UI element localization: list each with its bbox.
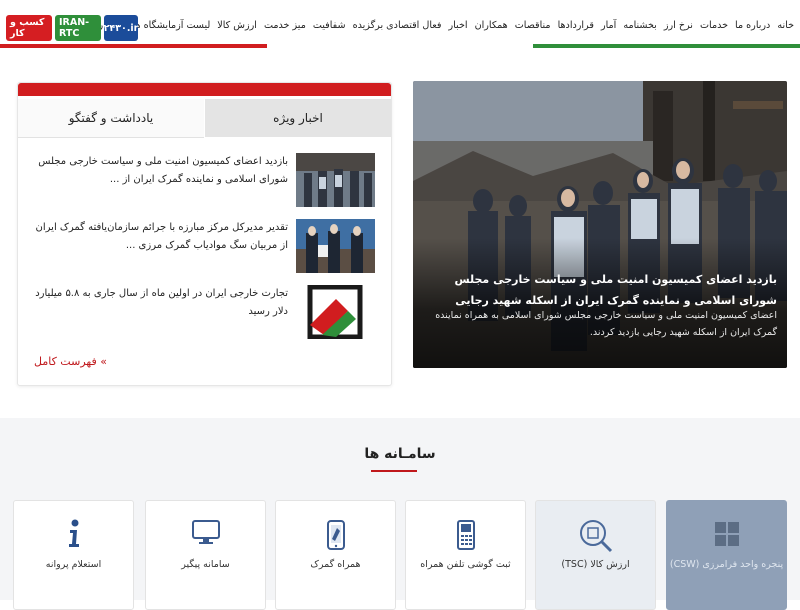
quick-badges: کسب و کار IRAN-RTC ۲۴۳۰.ir [6, 15, 138, 41]
news-red-bar [18, 83, 391, 96]
news-item[interactable]: بازدید اعضای کمیسیون امنیت ملی و سیاست خ… [18, 153, 391, 209]
magnifier-icon [536, 519, 655, 553]
news-box: اخبار ویژه یادداشت و گفتگو بازدید اعضای … [17, 82, 392, 386]
nav-transparency[interactable]: شفافیت [313, 20, 346, 36]
nav-exchange-rate[interactable]: نرخ ارز [664, 20, 693, 36]
nav-circulars[interactable]: بخشنامه [623, 20, 657, 36]
system-card-phone-registration[interactable]: ثبت گوشی تلفن همراه [405, 500, 526, 610]
news-thumbnail [296, 219, 375, 273]
nav-statistics[interactable]: آمار [601, 20, 616, 36]
system-card-label: ثبت گوشی تلفن همراه [420, 559, 511, 570]
main-menu: خانه درباره ما خدمات نرخ ارز بخشنامه آما… [72, 20, 795, 36]
nav-tenders[interactable]: مناقصات [515, 20, 551, 36]
top-navigation: خانه درباره ما خدمات نرخ ارز بخشنامه آما… [0, 0, 800, 48]
info-icon [14, 519, 133, 553]
tab-special-news[interactable]: اخبار ویژه [205, 99, 391, 137]
nav-home[interactable]: خانه [777, 20, 794, 36]
system-card-csw[interactable]: پنجره واحد فرامرزی (CSW) [666, 500, 787, 610]
iran-rtc-badge[interactable]: IRAN-RTC [55, 15, 101, 41]
tab-notes-interviews[interactable]: یادداشت و گفتگو [18, 99, 204, 138]
hero-news-slide[interactable]: بازدید اعضای کمیسیون امنیت ملی و سیاست خ… [413, 81, 787, 368]
news-title[interactable]: تقدیر مدیرکل مرکز مبارزه با جرائم سازمان… [28, 219, 288, 255]
nav-contracts[interactable]: قراردادها [558, 20, 594, 36]
news-item[interactable]: تقدیر مدیرکل مرکز مبارزه با جرائم سازمان… [18, 219, 391, 275]
news-item[interactable]: تجارت خارجی ایران در اولین ماه از سال جا… [18, 285, 391, 341]
hero-summary: اعضای کمیسیون امنیت ملی و سیاست خارجی مج… [435, 310, 777, 338]
system-card-tsc[interactable]: ارزش کالا (TSC) [535, 500, 656, 610]
nav-goods-value[interactable]: ارزش کالا [217, 20, 257, 36]
systems-title-underline [371, 470, 417, 472]
phone-2430-badge[interactable]: ۲۴۳۰.ir [104, 15, 138, 41]
feature-phone-icon [406, 519, 525, 553]
system-card-tracking[interactable]: سامانه پیگیر [145, 500, 266, 610]
nav-services[interactable]: خدمات [700, 20, 728, 36]
news-title[interactable]: تجارت خارجی ایران در اولین ماه از سال جا… [28, 285, 288, 321]
system-card-label: سامانه پیگیر [181, 559, 230, 570]
systems-title: سامـانه ها [364, 446, 436, 462]
monitor-icon [146, 519, 265, 553]
news-title[interactable]: بازدید اعضای کمیسیون امنیت ملی و سیاست خ… [28, 153, 288, 189]
business-badge[interactable]: کسب و کار [6, 15, 52, 41]
news-thumbnail [296, 153, 375, 207]
customs-logo-thumbnail [296, 285, 375, 339]
flag-stripe [0, 44, 800, 48]
system-card-label: پنجره واحد فرامرزی (CSW) [669, 559, 784, 570]
nav-service-desk[interactable]: میز خدمت [264, 20, 306, 36]
nav-about[interactable]: درباره ما [735, 20, 770, 36]
system-card-license-inquiry[interactable]: استعلام پروانه [13, 500, 134, 610]
nav-selected-trader[interactable]: فعال اقتصادی برگزیده [353, 20, 442, 36]
hero-title[interactable]: بازدید اعضای کمیسیون امنیت ملی و سیاست خ… [423, 269, 777, 311]
system-card-label: ارزش کالا (TSC) [561, 559, 630, 570]
system-card-customs-mobile[interactable]: همراه گمرک [275, 500, 396, 610]
grid-icon [667, 519, 786, 553]
nav-news[interactable]: اخبار [449, 20, 468, 36]
nav-partners[interactable]: همکاران [475, 20, 508, 36]
smartphone-icon [276, 519, 395, 553]
system-card-label: همراه گمرک [310, 559, 361, 570]
full-list-link[interactable]: » فهرست کامل [34, 355, 107, 368]
system-card-label: استعلام پروانه [45, 559, 102, 570]
